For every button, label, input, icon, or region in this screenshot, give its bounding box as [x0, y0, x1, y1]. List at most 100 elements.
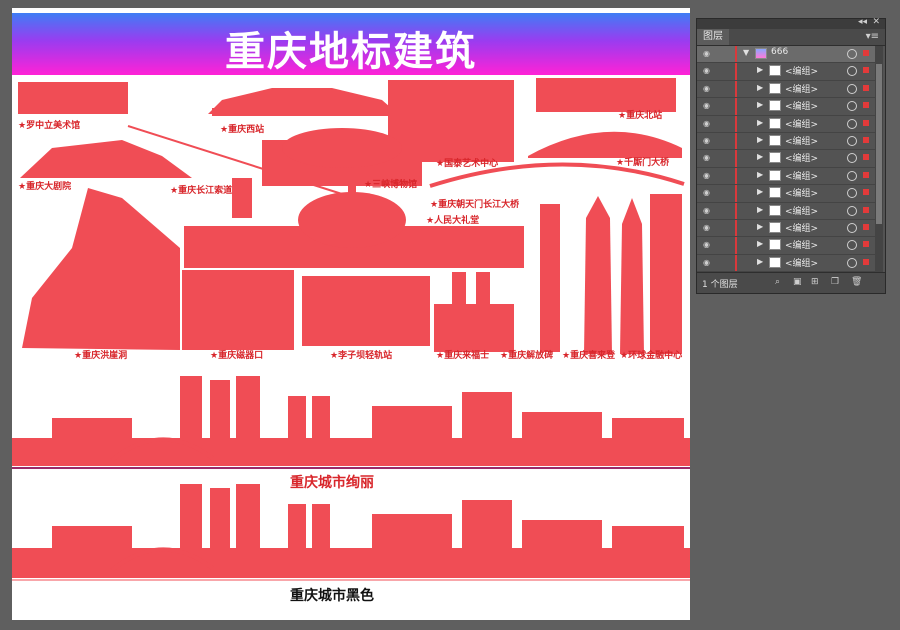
wfc-tower-shape: [650, 194, 682, 354]
group-name[interactable]: <编组>: [785, 117, 818, 130]
sublayer-row[interactable]: ◉ ▶ <编组>: [697, 254, 875, 272]
selection-indicator[interactable]: [863, 50, 869, 56]
target-circle-icon[interactable]: [847, 257, 857, 268]
sublayer-row[interactable]: ◉ ▶ <编组>: [697, 115, 875, 133]
group-name[interactable]: <编组>: [785, 169, 818, 182]
layers-scrollbar[interactable]: [875, 46, 883, 272]
disclosure-triangle-icon[interactable]: ▶: [757, 170, 763, 179]
sublayer-row[interactable]: ◉ ▶ <编组>: [697, 150, 875, 168]
selection-indicator[interactable]: [863, 67, 869, 74]
panel-titlebar[interactable]: ◂◂ ✕: [697, 17, 885, 29]
disclosure-triangle-icon[interactable]: ▶: [757, 152, 763, 161]
sublayer-row[interactable]: ◉ ▶ <编组>: [697, 167, 875, 186]
sublayer-row[interactable]: ◉ ▶ <编组>: [697, 185, 875, 203]
eye-icon[interactable]: ◉: [703, 84, 713, 93]
selection-indicator[interactable]: [863, 84, 869, 91]
layer-name[interactable]: 666: [771, 47, 788, 57]
selection-indicator[interactable]: [863, 223, 869, 230]
label-hongyadong: ★重庆洪崖洞: [74, 351, 128, 361]
eye-icon[interactable]: ◉: [703, 258, 713, 267]
group-name[interactable]: <编组>: [785, 204, 818, 217]
search-icon[interactable]: ⌕: [775, 277, 785, 287]
close-panel-icon[interactable]: ✕: [872, 17, 880, 27]
disclosure-triangle-icon[interactable]: ▶: [757, 135, 763, 144]
target-circle-icon[interactable]: [847, 135, 857, 146]
layer-thumbnail: [769, 82, 781, 94]
eye-icon[interactable]: ◉: [703, 136, 713, 145]
group-name[interactable]: <编组>: [785, 134, 818, 147]
eye-icon[interactable]: ◉: [703, 188, 713, 197]
group-name[interactable]: <编组>: [785, 64, 818, 77]
target-circle-icon[interactable]: [847, 49, 857, 59]
target-circle-icon[interactable]: [847, 240, 857, 251]
sublayer-row[interactable]: ◉ ▶ <编组>: [697, 80, 875, 99]
selection-indicator[interactable]: [863, 189, 869, 196]
sublayer-row[interactable]: ◉ ▶ <编组>: [697, 202, 875, 220]
disclosure-triangle-icon[interactable]: ▶: [757, 65, 763, 74]
sublayer-row[interactable]: ◉ ▶ <编组>: [697, 219, 875, 238]
target-circle-icon[interactable]: [847, 101, 857, 112]
selection-indicator[interactable]: [863, 154, 869, 161]
eye-icon[interactable]: ◉: [703, 223, 713, 232]
layer-thumbnail: [769, 204, 781, 216]
collapse-panel-icon[interactable]: ◂◂: [858, 17, 867, 27]
group-name[interactable]: <编组>: [785, 99, 818, 112]
disclosure-triangle-icon[interactable]: ▶: [757, 100, 763, 109]
eye-icon[interactable]: ◉: [703, 240, 713, 249]
selection-indicator[interactable]: [863, 136, 869, 143]
skyline-colorful-b5: [312, 396, 330, 466]
layer-color-bar: [735, 237, 737, 254]
disclosure-triangle-icon[interactable]: ▶: [757, 83, 763, 92]
disclosure-triangle-icon[interactable]: ▶: [757, 257, 763, 266]
sublayer-row[interactable]: ◉ ▶ <编组>: [697, 237, 875, 255]
selection-indicator[interactable]: [863, 102, 869, 109]
eye-icon[interactable]: ◉: [703, 66, 713, 75]
disclosure-triangle-icon[interactable]: ▶: [757, 187, 763, 196]
selection-indicator[interactable]: [863, 258, 869, 265]
sublayer-row[interactable]: ◉ ▶ <编组>: [697, 63, 875, 81]
disclosure-triangle-icon[interactable]: ▶: [757, 205, 763, 214]
trash-icon[interactable]: 🗑: [851, 277, 862, 287]
layer-row-top[interactable]: ◉ ▼ 666: [697, 46, 875, 64]
scrollbar-thumb[interactable]: [876, 64, 882, 224]
eye-icon[interactable]: ◉: [703, 153, 713, 162]
new-layer-icon[interactable]: ❐: [831, 277, 841, 287]
selection-indicator[interactable]: [863, 206, 869, 213]
sublayer-row[interactable]: ◉ ▶ <编组>: [697, 98, 875, 116]
make-clipping-mask-icon[interactable]: ▣: [793, 277, 803, 287]
group-name[interactable]: <编组>: [785, 238, 818, 251]
group-name[interactable]: <编组>: [785, 186, 818, 199]
eye-icon[interactable]: ◉: [703, 119, 713, 128]
skyline-black-b8: [612, 526, 684, 578]
disclosure-triangle-icon[interactable]: ▶: [757, 222, 763, 231]
eye-icon[interactable]: ◉: [703, 101, 713, 110]
target-circle-icon[interactable]: [847, 83, 857, 94]
disclosure-triangle-icon[interactable]: ▶: [757, 118, 763, 127]
target-circle-icon[interactable]: [847, 153, 857, 164]
eye-icon[interactable]: ◉: [703, 49, 713, 58]
liziba-station-shape: [302, 276, 430, 346]
selection-indicator[interactable]: [863, 241, 869, 248]
eye-icon[interactable]: ◉: [703, 171, 713, 180]
target-circle-icon[interactable]: [847, 118, 857, 129]
group-name[interactable]: <编组>: [785, 82, 818, 95]
skyline-black-b10: [372, 514, 452, 578]
eye-icon[interactable]: ◉: [703, 206, 713, 215]
disclosure-triangle-icon[interactable]: ▶: [757, 239, 763, 248]
group-name[interactable]: <编组>: [785, 256, 818, 269]
selection-indicator[interactable]: [863, 171, 869, 178]
target-circle-icon[interactable]: [847, 222, 857, 233]
artboard[interactable]: 重庆地标建筑 ★罗中立美术馆 ★重庆西站 ★重庆北站 ★重庆大剧院 ★重庆长江索…: [12, 8, 690, 620]
target-circle-icon[interactable]: [847, 66, 857, 77]
new-sublayer-icon[interactable]: ⊞: [811, 277, 821, 287]
panel-menu-icon[interactable]: ▾≡: [866, 31, 879, 42]
group-name[interactable]: <编组>: [785, 151, 818, 164]
tab-layers[interactable]: 图层: [697, 29, 729, 45]
target-circle-icon[interactable]: [847, 205, 857, 216]
disclosure-triangle-icon[interactable]: ▼: [743, 48, 749, 57]
sublayer-row[interactable]: ◉ ▶ <编组>: [697, 132, 875, 151]
target-circle-icon[interactable]: [847, 188, 857, 199]
group-name[interactable]: <编组>: [785, 221, 818, 234]
selection-indicator[interactable]: [863, 119, 869, 126]
target-circle-icon[interactable]: [847, 170, 857, 181]
